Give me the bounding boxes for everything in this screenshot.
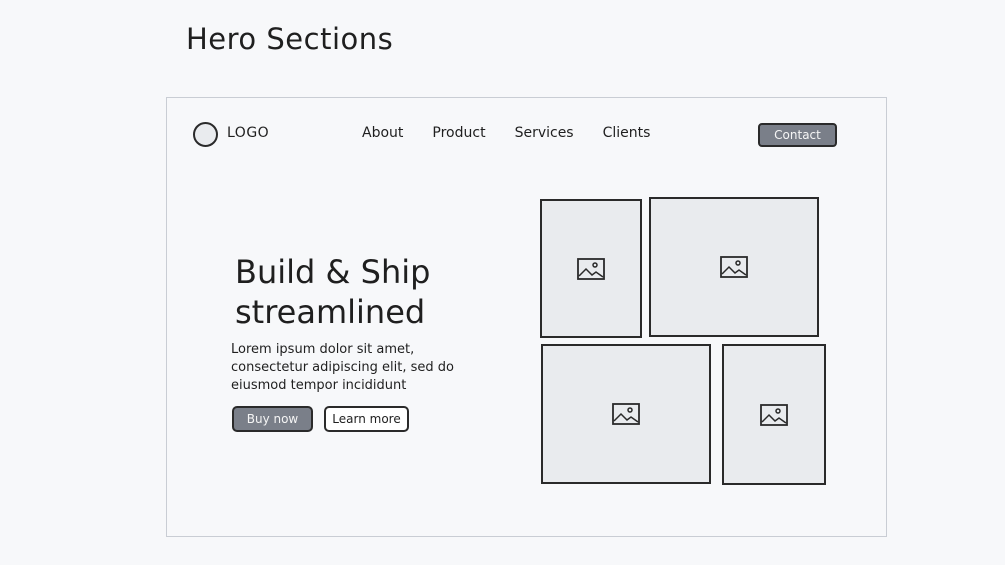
hero-headline: Build & Ship streamlined [235,252,495,332]
nav-link-clients[interactable]: Clients [603,125,651,141]
hero-headline-line1: Build & Ship [235,253,431,291]
image-placeholder-1 [540,199,642,338]
buy-now-button[interactable]: Buy now [232,406,313,432]
nav-link-product[interactable]: Product [432,125,485,141]
page-title: Hero Sections [186,22,394,56]
logo-icon[interactable] [193,122,218,147]
image-placeholder-icon [760,403,788,426]
image-placeholder-icon [720,256,748,278]
learn-more-button[interactable]: Learn more [324,406,409,432]
image-placeholder-4 [722,344,826,485]
top-nav: LOGO About Product Services Clients Cont… [167,98,886,173]
logo-text[interactable]: LOGO [227,125,269,141]
hero-subtext: Lorem ipsum dolor sit amet, consectetur … [231,342,454,393]
contact-button[interactable]: Contact [758,123,837,147]
wireframe-frame: LOGO About Product Services Clients Cont… [166,97,887,537]
nav-link-services[interactable]: Services [515,125,574,141]
image-placeholder-icon [612,403,640,425]
image-placeholder-2 [649,197,819,337]
image-placeholder-icon [577,257,605,280]
hero-headline-line2: streamlined [235,293,426,331]
nav-link-about[interactable]: About [362,125,403,141]
image-placeholder-3 [541,344,711,484]
nav-links: About Product Services Clients [362,125,650,141]
